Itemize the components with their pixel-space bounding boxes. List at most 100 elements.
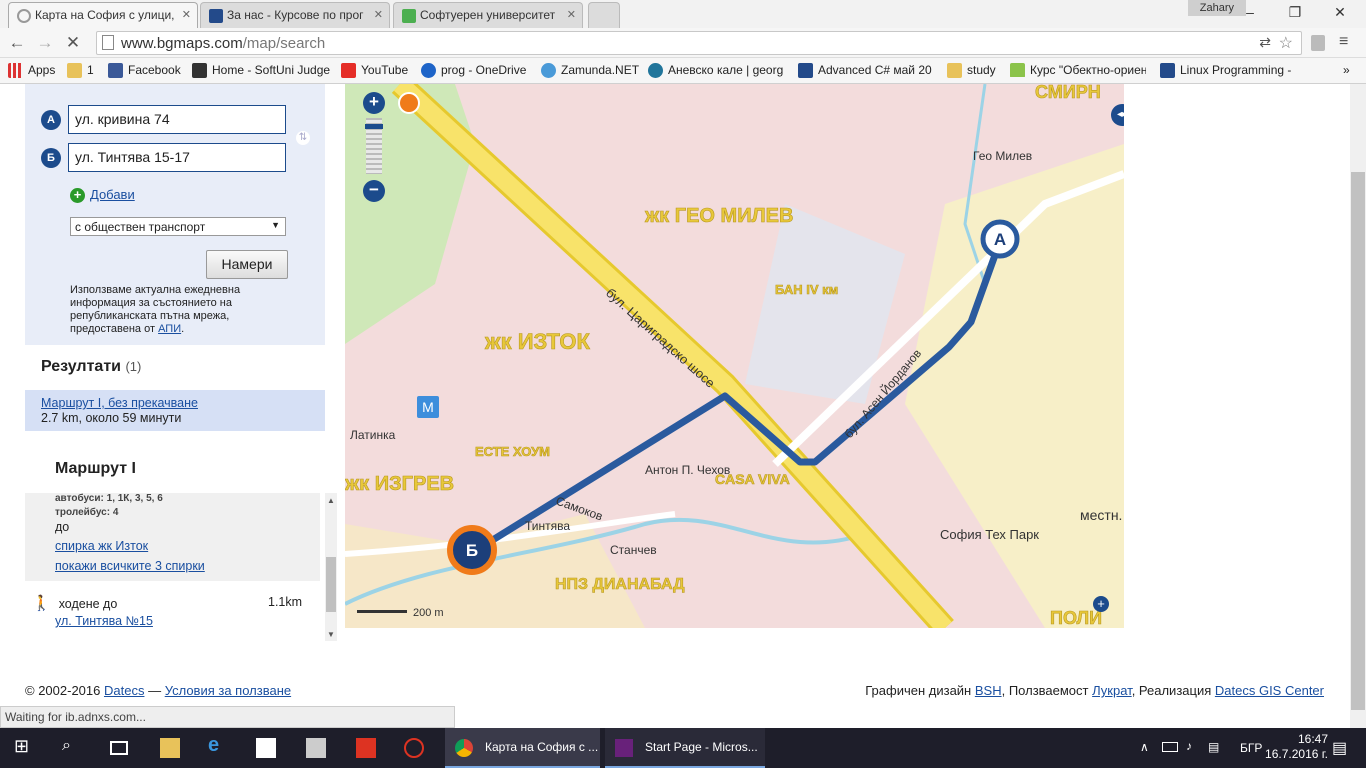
download-icon[interactable] bbox=[356, 738, 376, 758]
app2-icon[interactable] bbox=[404, 738, 424, 758]
menu-icon[interactable]: ≡ bbox=[1339, 33, 1348, 51]
course-icon bbox=[1010, 63, 1025, 77]
map-label-iztok: жк ИЗТОК bbox=[484, 329, 590, 354]
close-window-icon[interactable]: ✕ bbox=[1330, 4, 1350, 21]
metro-icon[interactable]: M bbox=[417, 396, 439, 418]
url-path: /map/search bbox=[242, 35, 326, 52]
lukrat-link[interactable]: Лукрат bbox=[1092, 683, 1132, 698]
tab-softuni[interactable]: За нас - Курсове по прог ✕ bbox=[200, 2, 390, 28]
maps-icon bbox=[402, 9, 416, 23]
bookmark-onedrive[interactable]: prog - OneDrive bbox=[421, 63, 526, 78]
translate-icon[interactable]: ⇄ bbox=[1259, 34, 1271, 51]
page-scroll-thumb[interactable] bbox=[1351, 172, 1365, 710]
map-label-geo-milev: жк ГЕО МИЛЕВ bbox=[644, 205, 793, 227]
map-label-mestnost: местн. Къ bbox=[1080, 507, 1124, 523]
to-label: до bbox=[55, 520, 70, 534]
walk-address-link[interactable]: ул. Тинтява №15 bbox=[55, 614, 153, 628]
bookmark-study[interactable]: study bbox=[947, 63, 996, 78]
edge-icon[interactable]: e bbox=[208, 734, 228, 756]
layers-icon[interactable] bbox=[398, 92, 420, 114]
map[interactable]: А Б жк ГЕО МИЛЕВ жк ИЗТОК жк ИЗГРЕВ БАН … bbox=[345, 84, 1124, 628]
stop-link[interactable]: спирка жк Изток bbox=[55, 539, 148, 553]
all-stops-link[interactable]: покажи всичките 3 спирки bbox=[55, 559, 205, 573]
scroll-down-icon[interactable]: ▼ bbox=[327, 630, 335, 639]
tab-maps[interactable]: Софтуерен университет ✕ bbox=[393, 2, 583, 28]
new-tab-button[interactable] bbox=[588, 2, 620, 28]
folder-icon bbox=[947, 63, 962, 78]
api-link[interactable]: АПИ bbox=[158, 323, 181, 335]
bookmark-linux[interactable]: Linux Programming - bbox=[1160, 63, 1291, 78]
bookmark-1[interactable]: 1 bbox=[67, 63, 94, 78]
close-icon[interactable]: ✕ bbox=[374, 8, 383, 21]
taskbar-visual-studio[interactable]: Start Page - Micros... bbox=[605, 728, 765, 768]
tray-chevron-icon[interactable]: ∧ bbox=[1140, 740, 1149, 754]
battery-icon[interactable] bbox=[1162, 742, 1178, 752]
point-a-input[interactable]: ул. кривина 74 bbox=[68, 105, 286, 134]
bsh-link[interactable]: BSH bbox=[975, 683, 1002, 698]
visual-studio-icon bbox=[615, 739, 633, 757]
terms-link[interactable]: Условия за ползване bbox=[165, 683, 291, 698]
scroll-up-icon[interactable]: ▲ bbox=[327, 496, 335, 505]
judge-icon bbox=[192, 63, 207, 78]
bookmark-apps[interactable]: Apps bbox=[8, 63, 55, 78]
store-icon[interactable] bbox=[256, 738, 276, 758]
more-bookmarks-icon[interactable]: » bbox=[1343, 63, 1350, 77]
maximize-icon[interactable]: ❐ bbox=[1285, 4, 1305, 21]
status-bubble: Waiting for ib.adnxs.com... bbox=[0, 706, 455, 728]
zoom-in-button[interactable]: + bbox=[363, 92, 385, 114]
sidebar-scroll-thumb[interactable] bbox=[326, 557, 336, 612]
marker-b-label: Б bbox=[466, 541, 478, 560]
task-view-icon[interactable] bbox=[110, 741, 128, 755]
page-icon bbox=[102, 35, 114, 50]
bookmark-softuni-judge[interactable]: Home - SoftUni Judge bbox=[192, 63, 330, 78]
address-bar[interactable]: www.bgmaps.com/map/search ⇄ ☆ bbox=[96, 31, 1302, 55]
volume-icon[interactable]: ♪ bbox=[1186, 739, 1192, 753]
bookmark-anevsko[interactable]: Аневско кале | georg bbox=[648, 63, 783, 78]
clock[interactable]: 16:47 16.7.2016 г. bbox=[1248, 732, 1328, 762]
bookmark-facebook[interactable]: Facebook bbox=[108, 63, 181, 78]
zoom-out-button[interactable]: − bbox=[363, 180, 385, 202]
gis-link[interactable]: Datecs GIS Center bbox=[1215, 683, 1324, 698]
route-link[interactable]: Маршрут I, без прекачване bbox=[41, 396, 198, 410]
add-point-link[interactable]: + Добави bbox=[70, 187, 135, 203]
back-icon[interactable]: ← bbox=[6, 32, 28, 54]
map-label-izgrev: жк ИЗГРЕВ bbox=[345, 473, 454, 495]
map-label-geo-milev-street: Гео Милев bbox=[973, 149, 1032, 163]
forward-icon[interactable]: → bbox=[34, 32, 56, 54]
find-button[interactable]: Намери bbox=[206, 250, 288, 279]
notifications-icon[interactable]: ▤ bbox=[1332, 738, 1347, 758]
bus-lines: автобуси: 1, 1К, 3, 5, 6 bbox=[55, 493, 163, 504]
map-canvas[interactable]: А Б жк ГЕО МИЛЕВ жк ИЗТОК жк ИЗГРЕВ БАН … bbox=[345, 84, 1124, 628]
minimize-icon[interactable]: – bbox=[1240, 4, 1260, 20]
profile-button[interactable]: Zahary bbox=[1187, 0, 1246, 16]
close-icon[interactable]: ✕ bbox=[567, 8, 576, 21]
windows-start-icon[interactable]: ⊞ bbox=[14, 736, 34, 756]
bookmark-advanced-csharp[interactable]: Advanced C# май 20 bbox=[798, 63, 932, 78]
url-host: www.bgmaps.com bbox=[121, 35, 243, 52]
file-explorer-icon[interactable] bbox=[160, 738, 180, 758]
point-b-input[interactable]: ул. Тинтява 15-17 bbox=[68, 143, 286, 172]
bookmark-youtube[interactable]: YouTube bbox=[341, 63, 408, 78]
route-result-item[interactable]: Маршрут I, без прекачване 2.7 km, около … bbox=[25, 390, 325, 431]
app-icon[interactable] bbox=[306, 738, 326, 758]
close-icon[interactable]: ✕ bbox=[182, 8, 191, 21]
map-label-smirn: СМИРН bbox=[1035, 84, 1101, 102]
stop-icon[interactable]: ✕ bbox=[62, 32, 84, 54]
tab-title: Карта на София с улици, bbox=[35, 8, 175, 22]
route-heading: Маршрут I bbox=[55, 460, 136, 477]
swap-icon[interactable]: ⇅ bbox=[296, 131, 310, 145]
transport-mode-select[interactable]: с обществен транспорт ▼ bbox=[70, 217, 286, 236]
bookmark-oop-course[interactable]: Курс "Обектно-ориен bbox=[1010, 63, 1146, 77]
expand-map-icon[interactable]: + bbox=[1093, 596, 1109, 612]
extension-icon[interactable] bbox=[1311, 35, 1325, 51]
datecs-link[interactable]: Datecs bbox=[104, 683, 144, 698]
bookmarks-bar: Apps 1 Facebook Home - SoftUni Judge You… bbox=[0, 58, 1366, 84]
bookmark-zamunda[interactable]: Zamunda.NET bbox=[541, 63, 639, 78]
taskbar-chrome[interactable]: Карта на София с ... bbox=[445, 728, 600, 768]
star-icon[interactable]: ☆ bbox=[1279, 33, 1293, 53]
search-icon[interactable]: ⌕ bbox=[62, 737, 82, 757]
network-icon[interactable]: ▤ bbox=[1208, 740, 1219, 754]
tab-bgmaps[interactable]: Карта на София с улици, ✕ bbox=[8, 2, 198, 28]
zoom-slider-thumb[interactable] bbox=[365, 124, 383, 129]
map-label-poli: ПОЛИ bbox=[1050, 608, 1102, 628]
